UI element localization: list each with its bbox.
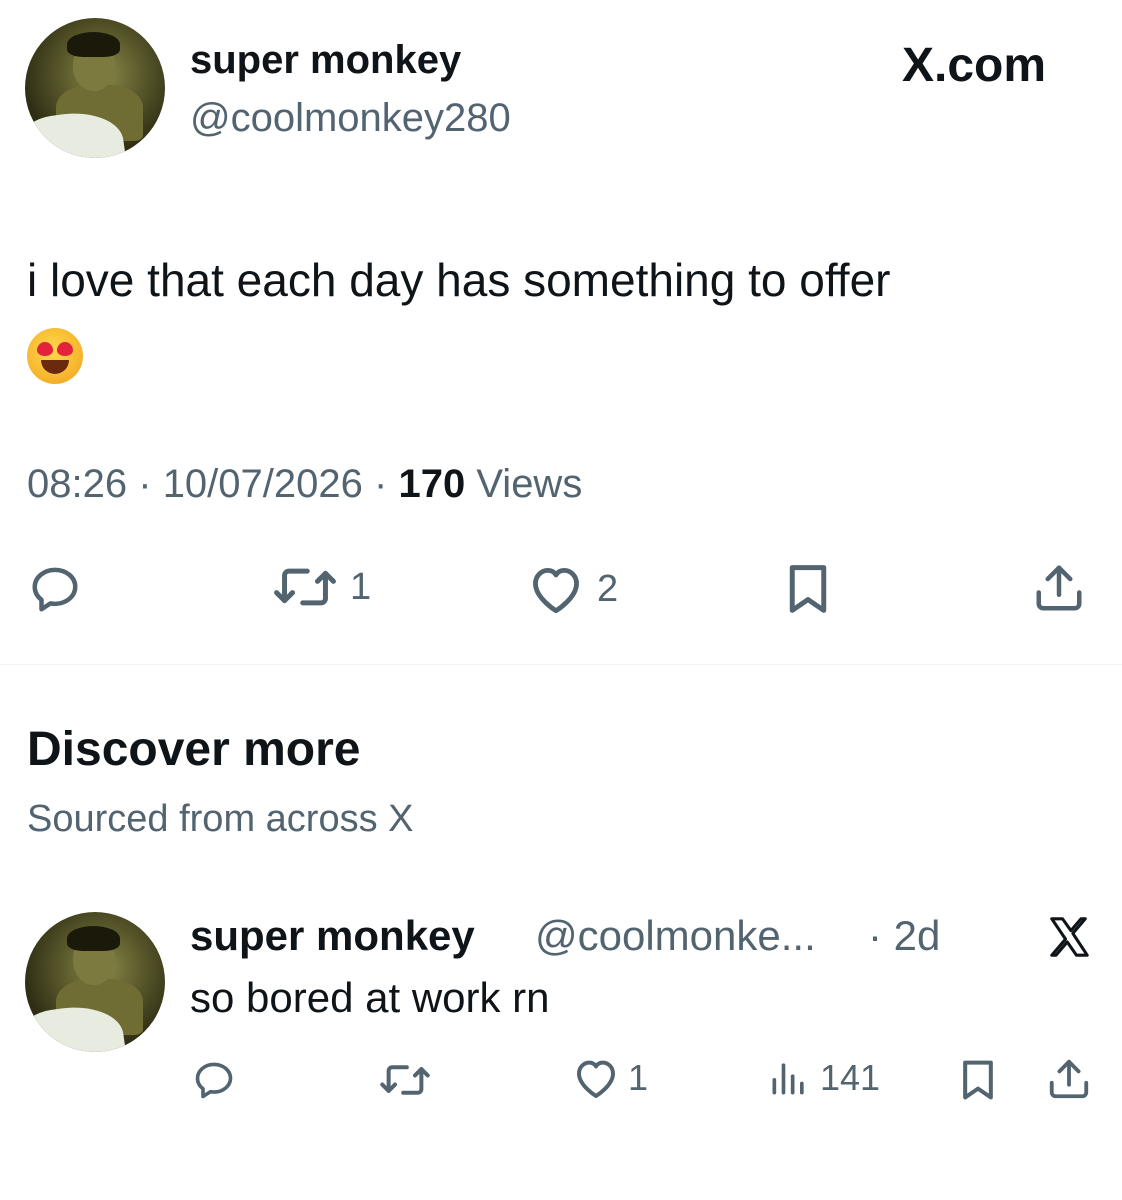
- share-icon: [1036, 565, 1082, 611]
- repost-icon: [380, 1065, 430, 1095]
- author-handle[interactable]: @coolmonkey280: [190, 96, 511, 141]
- related-post-text: so bored at work rn: [190, 974, 550, 1021]
- tweet-date[interactable]: 10/07/2026: [163, 462, 363, 506]
- avatar-hair-shape: [67, 32, 121, 58]
- author-avatar[interactable]: [25, 18, 165, 158]
- views-count: 170: [398, 462, 466, 506]
- section-divider: [0, 664, 1122, 665]
- reply-icon: [32, 567, 78, 612]
- like-count: 2: [597, 567, 619, 610]
- bar-chart-icon: [772, 1063, 804, 1095]
- related-views-count: 141: [820, 1057, 881, 1098]
- tweet-time[interactable]: 08:26: [27, 462, 127, 506]
- meta-separator: ·: [138, 462, 152, 506]
- repost-icon: [274, 568, 336, 606]
- brand-label: X.com: [902, 39, 1047, 92]
- heart-eyes-emoji-icon: [27, 327, 83, 384]
- views-label: Views: [476, 462, 583, 506]
- x-logo-icon[interactable]: [1045, 914, 1093, 960]
- related-repost-button[interactable]: [378, 1060, 432, 1100]
- tweet-text: i love that each day has something to of…: [27, 244, 1097, 388]
- related-author-handle[interactable]: @coolmonke...: [535, 912, 816, 960]
- repost-button[interactable]: 1: [272, 562, 371, 612]
- related-post-age[interactable]: · 2d: [868, 912, 940, 960]
- discover-title: Discover more: [27, 723, 361, 776]
- repost-count: 1: [350, 565, 372, 608]
- like-button[interactable]: 2: [527, 562, 618, 616]
- related-like-button[interactable]: 1: [572, 1056, 648, 1100]
- bookmark-icon: [963, 1060, 993, 1100]
- related-like-count: 1: [628, 1057, 649, 1098]
- reply-button[interactable]: [26, 562, 84, 616]
- avatar-hair-shape: [67, 926, 121, 952]
- related-reply-button[interactable]: [190, 1058, 238, 1102]
- tweet-text-content: i love that each day has something to of…: [27, 254, 891, 306]
- related-views-button[interactable]: 141: [766, 1056, 880, 1100]
- share-button[interactable]: [1032, 560, 1086, 616]
- discover-subtitle: Sourced from across X: [27, 798, 414, 840]
- author-name[interactable]: super monkey: [190, 38, 461, 83]
- related-author-avatar[interactable]: [25, 912, 165, 1052]
- related-share-button[interactable]: [1046, 1056, 1092, 1102]
- related-author-name[interactable]: super monkey: [190, 912, 475, 960]
- heart-icon: [577, 1060, 615, 1098]
- tweet-meta: 08:26 · 10/07/2026 · 170 Views: [27, 462, 582, 507]
- heart-icon: [533, 567, 579, 614]
- bookmark-icon: [789, 565, 827, 613]
- reply-icon: [195, 1062, 233, 1099]
- bookmark-button[interactable]: [784, 562, 832, 616]
- related-bookmark-button[interactable]: [958, 1058, 998, 1102]
- meta-separator: ·: [374, 462, 388, 506]
- share-icon: [1049, 1059, 1089, 1099]
